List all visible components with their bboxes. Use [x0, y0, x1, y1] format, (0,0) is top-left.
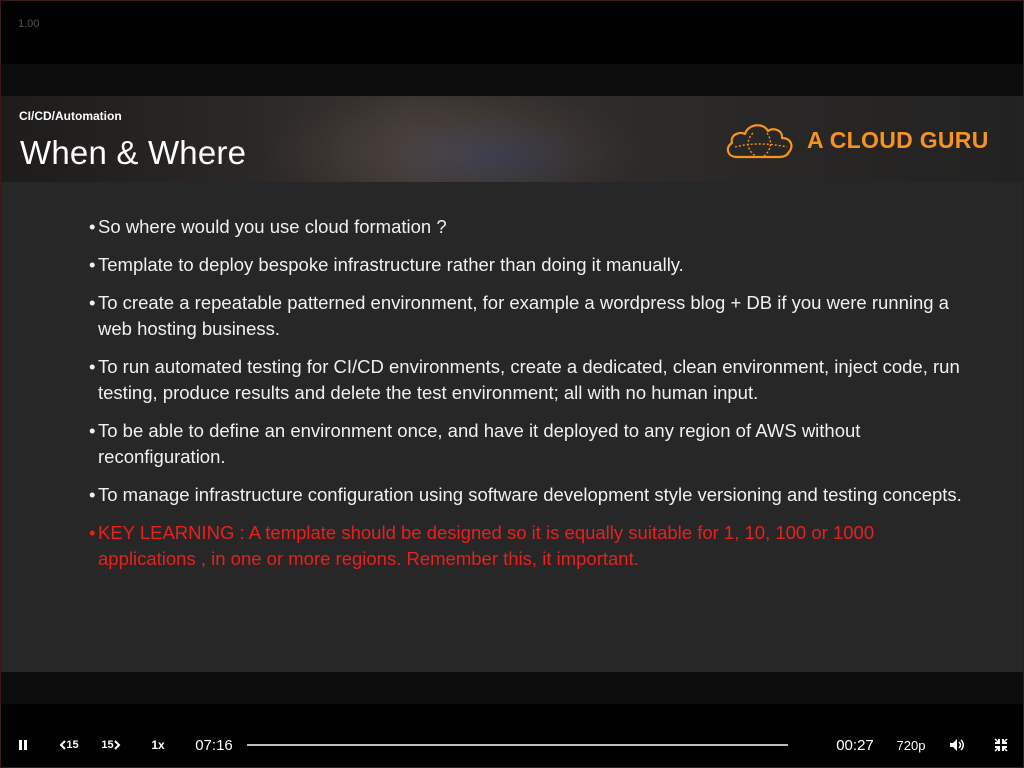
section-label: CI/CD/Automation [19, 109, 122, 123]
key-learning-bullet: KEY LEARNING : A template should be desi… [89, 520, 969, 572]
rewind-15-icon [59, 740, 67, 750]
bullet-item: To run automated testing for CI/CD envir… [89, 354, 969, 406]
pause-icon [19, 740, 27, 750]
volume-icon [950, 739, 964, 751]
slide-header: CI/CD/Automation When & Where A CLOUD GU… [1, 96, 1023, 182]
rewind-15-label: 15 [66, 739, 79, 751]
brand-name: A CLOUD GURU [807, 126, 989, 153]
letterbox-bottom [1, 672, 1023, 704]
forward-15-button[interactable]: 15 [98, 726, 124, 764]
exit-fullscreen-button[interactable] [990, 726, 1012, 764]
player-controls: 15 15 1x 07:16 00:27 720p [0, 726, 1024, 764]
progress-bar[interactable] [247, 744, 788, 746]
slide-title: When & Where [20, 134, 247, 171]
current-time: 07:16 [195, 736, 233, 754]
rewind-15-button[interactable]: 15 [56, 726, 82, 764]
letterbox-top [1, 64, 1023, 96]
bullet-item: Template to deploy bespoke infrastructur… [89, 252, 969, 278]
brand-logo: A CLOUD GURU [723, 118, 989, 162]
bullet-item: To manage infrastructure configuration u… [89, 482, 969, 508]
version-label: 1.00 [18, 18, 40, 30]
pause-button[interactable] [12, 726, 34, 764]
remaining-time: 00:27 [836, 736, 874, 754]
exit-fullscreen-icon [994, 738, 1008, 752]
forward-15-icon [113, 740, 121, 750]
bullet-list: So where would you use cloud formation ?… [89, 214, 969, 584]
bullet-item: To create a repeatable patterned environ… [89, 290, 969, 342]
bullet-item: So where would you use cloud formation ? [89, 214, 969, 240]
quality-button[interactable]: 720p [894, 726, 928, 764]
presenter-video-blur-2 [381, 116, 601, 182]
volume-button[interactable] [946, 726, 968, 764]
playback-speed-button[interactable]: 1x [146, 726, 170, 764]
video-slide[interactable]: CI/CD/Automation When & Where A CLOUD GU… [1, 96, 1023, 672]
bullet-item: To be able to define an environment once… [89, 418, 969, 470]
cloud-logo-icon [726, 124, 793, 159]
forward-15-label: 15 [101, 739, 114, 751]
